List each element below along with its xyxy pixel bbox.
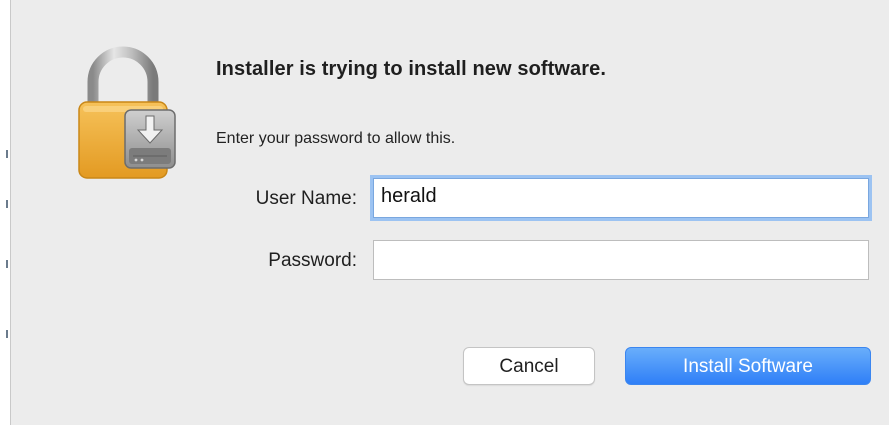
dialog-message: Enter your password to allow this. xyxy=(216,130,456,147)
dialog-title: Installer is trying to install new softw… xyxy=(216,58,607,80)
background-window-edge xyxy=(0,0,10,425)
lock-with-installer-icon xyxy=(78,46,176,179)
install-software-button[interactable]: Install Software xyxy=(625,347,871,385)
authentication-dialog: Installer is trying to install new softw… xyxy=(10,0,889,425)
password-label: Password: xyxy=(268,250,357,271)
username-label: User Name: xyxy=(255,188,357,209)
password-field[interactable] xyxy=(373,240,869,280)
cancel-button[interactable]: Cancel xyxy=(463,347,595,385)
username-field[interactable]: herald xyxy=(373,178,869,218)
